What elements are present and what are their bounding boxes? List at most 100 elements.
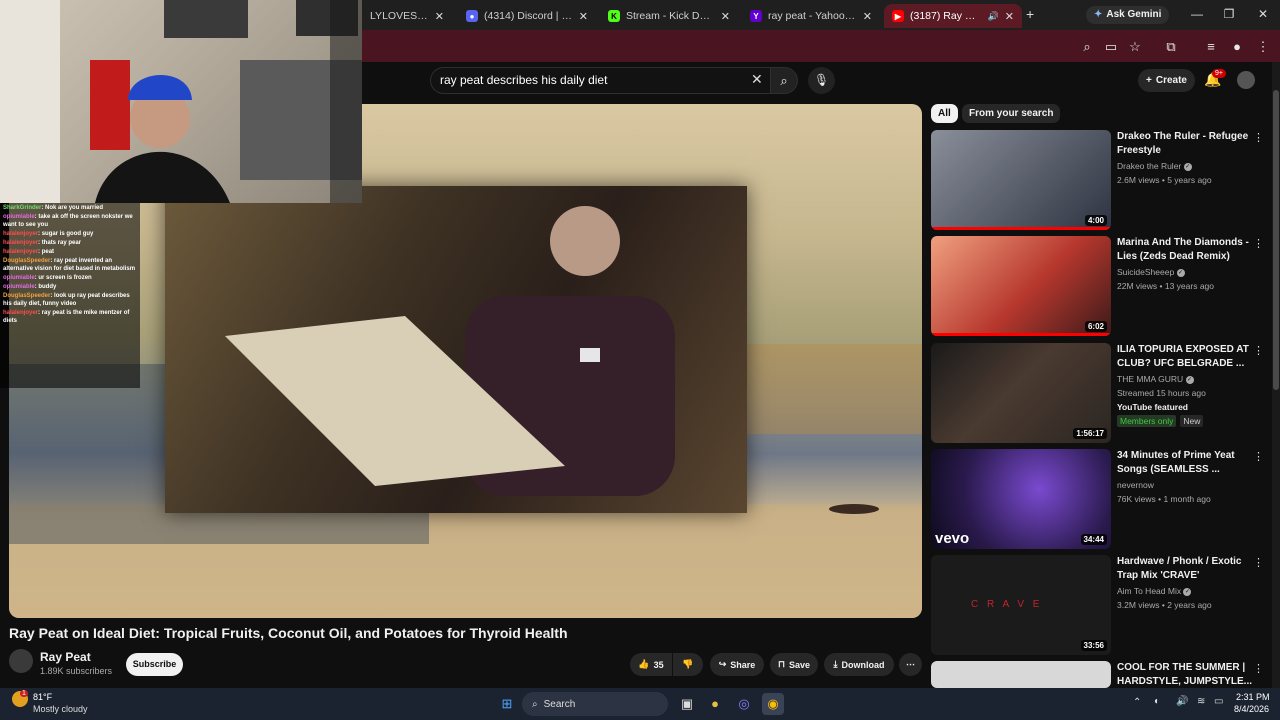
search-query[interactable]: ray peat describes his daily diet bbox=[440, 73, 607, 87]
recommendation-item[interactable]: 4:00 Drakeo The Ruler - Refugee Freestyl… bbox=[931, 130, 1276, 230]
recommendation-channel[interactable]: nevernow bbox=[1117, 480, 1154, 490]
man-reading-illustration bbox=[225, 206, 675, 496]
recommendation-title[interactable]: Marina And The Diamonds - Lies (Zeds Dea… bbox=[1117, 236, 1262, 264]
verified-icon: ✓ bbox=[1183, 587, 1192, 596]
app-icon[interactable]: ◎ bbox=[733, 693, 755, 715]
new-tab-button[interactable]: + bbox=[1026, 6, 1034, 22]
video-thumbnail[interactable]: 4:00 bbox=[931, 130, 1111, 230]
tab-close-icon[interactable]: ✕ bbox=[863, 10, 872, 23]
tab-close-icon[interactable]: ✕ bbox=[435, 10, 444, 23]
recommendation-item[interactable]: C R A V E 33:56 Hardwave / Phonk / Exoti… bbox=[931, 555, 1276, 655]
search-icon: ⌕ bbox=[532, 698, 538, 710]
cast-icon[interactable]: ▭ bbox=[1102, 38, 1120, 56]
verified-icon: ✓ bbox=[1176, 268, 1185, 277]
recommendation-item[interactable]: COOL FOR THE SUMMER | HARDSTYLE, JUMPSTY… bbox=[931, 661, 1276, 688]
tab-youtube-active[interactable]: ▶ (3187) Ray Peat on 🔊 ✕ bbox=[884, 4, 1022, 28]
video-thumbnail[interactable] bbox=[931, 661, 1111, 688]
more-vertical-icon[interactable]: ⋮ bbox=[1253, 237, 1264, 250]
channel-avatar[interactable] bbox=[9, 649, 33, 673]
account-avatar[interactable] bbox=[1237, 71, 1255, 89]
search-button[interactable]: ⌕ bbox=[770, 67, 798, 94]
video-thumbnail[interactable]: 6:02 bbox=[931, 236, 1111, 336]
profile-icon[interactable]: ● bbox=[1228, 38, 1246, 56]
recommendation-channel[interactable]: Drakeo the Ruler ✓ bbox=[1117, 161, 1192, 171]
share-button[interactable]: ↪ Share bbox=[710, 653, 764, 676]
recommendation-meta: 2.6M views • 5 years ago bbox=[1117, 175, 1212, 185]
recommendation-item[interactable]: 6:02 Marina And The Diamonds - Lies (Zed… bbox=[931, 236, 1276, 336]
zoom-icon[interactable]: ⌕ bbox=[1078, 38, 1096, 56]
media-icon[interactable]: ≡ bbox=[1202, 38, 1220, 56]
chevron-up-icon[interactable]: ⌃ bbox=[1133, 697, 1141, 708]
create-button[interactable]: + Create bbox=[1138, 69, 1195, 92]
recommendation-item[interactable]: vevo 34:44 34 Minutes of Prime Yeat Song… bbox=[931, 449, 1276, 549]
recommendation-title[interactable]: ILIA TOPURIA EXPOSED AT CLUB? UFC BELGRA… bbox=[1117, 343, 1262, 371]
clock-time[interactable]: 2:31 PM bbox=[1236, 692, 1270, 702]
recommendation-title[interactable]: 34 Minutes of Prime Yeat Songs (SEAMLESS… bbox=[1117, 449, 1262, 477]
tab-close-icon[interactable]: ✕ bbox=[579, 10, 588, 23]
chip-from-your-search[interactable]: From your search bbox=[962, 104, 1061, 123]
wifi-icon[interactable]: ≋ bbox=[1197, 696, 1205, 707]
windows-start-icon[interactable]: ⊞ bbox=[496, 693, 518, 715]
dislike-button[interactable]: 👎 bbox=[673, 653, 703, 676]
tab-close-icon[interactable]: ✕ bbox=[721, 10, 730, 23]
microphone-icon: 🎙 bbox=[813, 73, 830, 87]
video-thumbnail[interactable]: vevo 34:44 bbox=[931, 449, 1111, 549]
more-vertical-icon[interactable]: ⋮ bbox=[1253, 662, 1264, 675]
download-button[interactable]: ⤓ Download bbox=[824, 653, 894, 676]
task-view-icon[interactable]: ▣ bbox=[676, 693, 698, 715]
restore-button[interactable]: ❐ bbox=[1214, 4, 1244, 24]
more-vertical-icon[interactable]: ⋮ bbox=[1253, 131, 1264, 144]
tab-discord[interactable]: ● (4314) Discord | #Gene ✕ bbox=[458, 4, 596, 28]
tab-kick[interactable]: K Stream - Kick Dashboa ✕ bbox=[600, 4, 738, 28]
like-button[interactable]: 👍 35 bbox=[630, 653, 672, 676]
save-label: Save bbox=[789, 659, 811, 670]
share-label: Share bbox=[730, 659, 756, 670]
bookmark-star-icon[interactable]: ☆ bbox=[1126, 38, 1144, 56]
recommendation-channel[interactable]: THE MMA GURU ✓ bbox=[1117, 374, 1194, 384]
recommendation-title[interactable]: Drakeo The Ruler - Refugee Freestyle bbox=[1117, 130, 1262, 158]
chrome-icon[interactable]: ◉ bbox=[762, 693, 784, 715]
tab-lylovespeech[interactable]: LYLOVESPEECH ✕ bbox=[362, 4, 452, 28]
thumbs-up-icon: 👍 bbox=[638, 659, 650, 669]
tab-label: Stream - Kick Dashboa bbox=[626, 10, 715, 22]
chat-message: halalenjoyer: ray peat is the mike mentz… bbox=[3, 310, 130, 324]
voice-search-button[interactable]: 🎙 bbox=[808, 67, 835, 94]
clear-search-icon[interactable]: ✕ bbox=[751, 71, 763, 88]
recommendation-title[interactable]: Hardwave / Phonk / Exotic Trap Mix 'CRAV… bbox=[1117, 555, 1262, 583]
subscribe-button[interactable]: Subscribe bbox=[126, 653, 183, 676]
battery-icon[interactable]: ▭ bbox=[1214, 696, 1223, 707]
channel-name[interactable]: Ray Peat bbox=[40, 650, 91, 664]
recommendation-channel[interactable]: SuicideSheeep ✓ bbox=[1117, 267, 1185, 277]
more-actions-button[interactable]: ⋯ bbox=[899, 653, 922, 676]
app-icon[interactable]: ● bbox=[704, 693, 726, 715]
video-thumbnail[interactable]: C R A V E 33:56 bbox=[931, 555, 1111, 655]
tab-label: (3187) Ray Peat on bbox=[910, 10, 982, 22]
recommendation-title[interactable]: COOL FOR THE SUMMER | HARDSTYLE, JUMPSTY… bbox=[1117, 661, 1262, 688]
weather-description[interactable]: Mostly cloudy bbox=[33, 704, 88, 714]
recommendation-channel[interactable]: Aim To Head Mix ✓ bbox=[1117, 586, 1192, 596]
more-vertical-icon[interactable]: ⋮ bbox=[1253, 450, 1264, 463]
recommendation-item[interactable]: 1:56:17 ILIA TOPURIA EXPOSED AT CLUB? UF… bbox=[931, 343, 1276, 443]
save-button[interactable]: ⊓ Save bbox=[770, 653, 818, 676]
extensions-icon[interactable]: ⧉ bbox=[1162, 38, 1180, 56]
tab-yahoo[interactable]: Y ray peat - Yahoo Searc ✕ bbox=[742, 4, 880, 28]
scrollbar-thumb[interactable] bbox=[1273, 90, 1279, 390]
chip-all[interactable]: All bbox=[931, 104, 958, 123]
close-window-button[interactable]: ✕ bbox=[1248, 4, 1278, 24]
weather-temp[interactable]: 81°F bbox=[33, 692, 52, 702]
more-vertical-icon[interactable]: ⋮ bbox=[1253, 556, 1264, 569]
chat-message: SharkGrinder: Nok are you married bbox=[3, 205, 104, 211]
webcam-overlay bbox=[0, 0, 362, 203]
more-vertical-icon[interactable]: ⋮ bbox=[1253, 344, 1264, 357]
volume-icon[interactable]: 🔊 bbox=[1176, 696, 1188, 707]
tray-app-icon[interactable]: ◐ bbox=[1154, 696, 1160, 707]
recommendation-meta: 22M views • 13 years ago bbox=[1117, 281, 1214, 291]
speaker-icon[interactable]: 🔊 bbox=[988, 11, 999, 22]
clock-date[interactable]: 8/4/2026 bbox=[1234, 704, 1269, 714]
video-thumbnail[interactable]: 1:56:17 bbox=[931, 343, 1111, 443]
taskbar-search[interactable]: ⌕ Search bbox=[522, 692, 668, 716]
minimize-button[interactable]: — bbox=[1182, 4, 1212, 24]
ask-gemini-button[interactable]: ✦ Ask Gemini bbox=[1086, 6, 1170, 24]
more-menu-icon[interactable]: ⋮ bbox=[1254, 38, 1272, 56]
tab-close-icon[interactable]: ✕ bbox=[1005, 10, 1014, 23]
